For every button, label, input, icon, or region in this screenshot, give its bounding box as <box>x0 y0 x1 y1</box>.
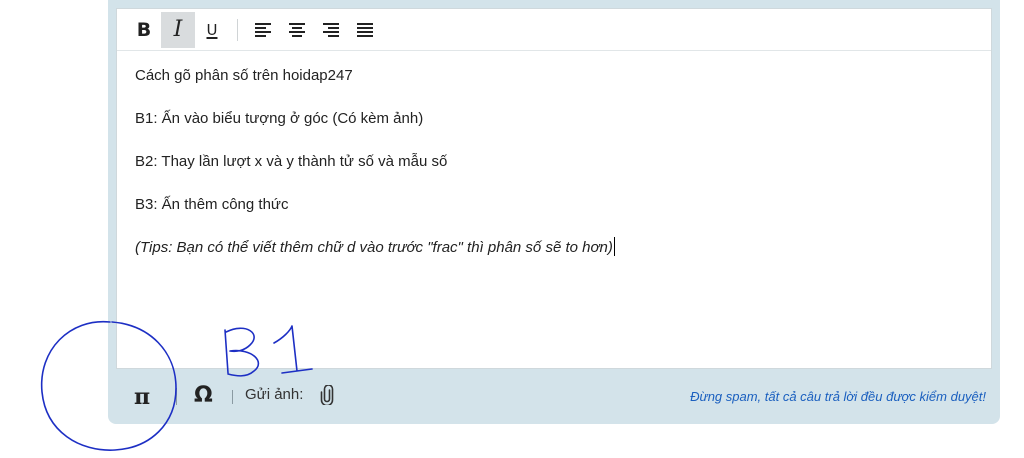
align-center-button[interactable] <box>280 12 314 48</box>
paperclip-icon[interactable] <box>320 385 334 405</box>
answer-editor-frame: B I U Cách gõ phân số trên hoidap247 B1:… <box>108 0 1000 424</box>
paragraph-step-2: B2: Thay lần lượt x và y thành tử số và … <box>135 153 448 170</box>
tips-text: (Tips: Bạn có thể viết thêm chữ d vào tr… <box>135 239 613 256</box>
align-justify-button[interactable] <box>348 12 382 48</box>
paragraph-step-1: B1: Ấn vào biểu tượng ở góc (Có kèm ảnh) <box>135 110 424 127</box>
align-justify-icon <box>357 22 373 37</box>
align-center-icon <box>289 22 305 37</box>
underline-button[interactable]: U <box>195 12 229 48</box>
math-formula-button[interactable]: π <box>134 384 150 410</box>
align-left-button[interactable] <box>246 12 280 48</box>
upload-image-label: Gửi ảnh: <box>245 386 304 403</box>
text-caret <box>613 237 615 256</box>
paragraph-title: Cách gõ phân số trên hoidap247 <box>135 67 353 84</box>
align-left-icon <box>255 22 271 37</box>
paragraph-step-3: B3: Ấn thêm công thức <box>135 196 289 213</box>
rich-text-editor[interactable]: B I U Cách gõ phân số trên hoidap247 B1:… <box>116 8 992 369</box>
bottom-divider <box>232 390 233 404</box>
toolbar-divider <box>237 18 238 41</box>
special-character-button[interactable]: Ω <box>194 383 213 408</box>
align-right-icon <box>323 22 339 37</box>
italic-button[interactable]: I <box>161 11 195 48</box>
paragraph-tips: (Tips: Bạn có thể viết thêm chữ d vào tr… <box>135 237 991 258</box>
editor-content[interactable]: Cách gõ phân số trên hoidap247 B1: Ấn và… <box>117 51 991 258</box>
editor-bottom-bar: π Ω Gửi ảnh: Đừng spam, tất cả câu trả l… <box>108 369 1000 424</box>
align-right-button[interactable] <box>314 12 348 48</box>
moderation-notice: Đừng spam, tất cả câu trả lời đều được k… <box>690 389 986 404</box>
formatting-toolbar: B I U <box>117 9 991 51</box>
bold-button[interactable]: B <box>127 12 161 48</box>
bottom-divider <box>176 388 177 405</box>
